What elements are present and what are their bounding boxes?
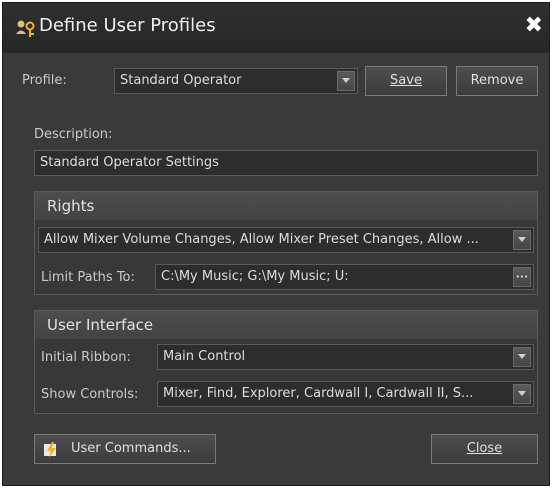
initial-ribbon-value: Main Control xyxy=(163,349,246,364)
define-user-profiles-dialog: Define User Profiles ✖ Profile: Standard… xyxy=(2,2,550,486)
window-title: Define User Profiles xyxy=(39,15,216,36)
close-button[interactable]: Close xyxy=(431,434,538,464)
show-controls-value: Mixer, Find, Explorer, Cardwall I, Cardw… xyxy=(163,386,474,401)
remove-button[interactable]: Remove xyxy=(456,66,538,96)
chevron-down-icon[interactable] xyxy=(337,71,355,91)
initial-ribbon-select[interactable]: Main Control xyxy=(157,344,534,370)
remove-button-label: Remove xyxy=(470,73,524,88)
ellipsis-icon: ••• xyxy=(515,273,529,281)
rights-heading: Rights xyxy=(35,192,537,220)
description-label: Description: xyxy=(34,127,113,142)
user-key-icon xyxy=(15,19,37,39)
profile-label: Profile: xyxy=(22,73,67,88)
user-interface-heading: User Interface xyxy=(35,311,537,339)
close-window-icon[interactable]: ✖ xyxy=(525,13,543,38)
lightning-icon xyxy=(43,441,59,458)
chevron-down-icon[interactable] xyxy=(513,384,531,404)
browse-button[interactable]: ••• xyxy=(513,267,531,287)
description-input[interactable]: Standard Operator Settings xyxy=(34,150,538,176)
initial-ribbon-label: Initial Ribbon: xyxy=(41,350,131,365)
limit-paths-label: Limit Paths To: xyxy=(41,270,135,285)
limit-paths-input[interactable]: C:\My Music; G:\My Music; U: ••• xyxy=(155,264,534,290)
rights-select[interactable]: Allow Mixer Volume Changes, Allow Mixer … xyxy=(38,227,534,253)
save-button[interactable]: Save xyxy=(365,66,447,96)
title-bar[interactable]: Define User Profiles ✖ xyxy=(3,3,549,53)
save-button-label: Save xyxy=(390,73,422,88)
profile-value: Standard Operator xyxy=(120,73,242,88)
rights-value: Allow Mixer Volume Changes, Allow Mixer … xyxy=(44,232,479,247)
chevron-down-icon[interactable] xyxy=(513,230,531,250)
user-commands-label: User Commands... xyxy=(71,441,191,456)
description-value: Standard Operator Settings xyxy=(40,155,219,170)
chevron-down-icon[interactable] xyxy=(513,347,531,367)
show-controls-label: Show Controls: xyxy=(41,387,139,402)
user-commands-button[interactable]: User Commands... xyxy=(34,434,216,464)
profile-select[interactable]: Standard Operator xyxy=(114,68,358,94)
limit-paths-value: C:\My Music; G:\My Music; U: xyxy=(161,269,349,284)
show-controls-select[interactable]: Mixer, Find, Explorer, Cardwall I, Cardw… xyxy=(157,381,534,407)
close-button-label: Close xyxy=(466,441,503,456)
